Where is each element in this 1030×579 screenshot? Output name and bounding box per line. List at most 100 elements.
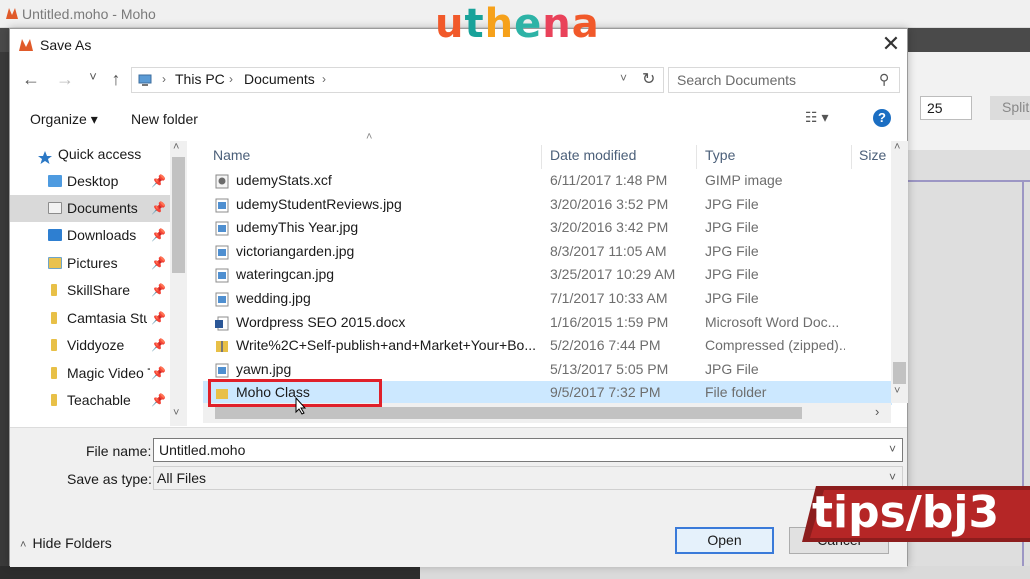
downloads-folder-icon (48, 229, 62, 241)
file-name: Write%2C+Self-publish+and+Market+Your+Bo… (236, 337, 537, 354)
file-row[interactable]: udemyStats.xcf 6/11/2017 1:48 PM GIMP imag… (203, 169, 892, 193)
file-name: victoriangarden.jpg (236, 242, 355, 259)
address-bar[interactable]: › This PC › Documents › ˅ ↻ (131, 67, 664, 93)
close-icon[interactable]: ✕ (880, 33, 902, 55)
file-type: JPG File (705, 290, 759, 306)
file-name-input[interactable]: Untitled.moho ˅ (153, 438, 903, 462)
nav-item-viddyoze[interactable]: Viddyoze 📌 (10, 332, 170, 359)
file-row[interactable]: yawn.jpg 5/13/2017 5:05 PM JPG File (203, 358, 892, 382)
file-type: Compressed (zipped)... (705, 337, 845, 354)
breadcrumb-chevron-icon: › (162, 72, 166, 86)
breadcrumb-chevron-icon[interactable]: › (322, 72, 326, 86)
file-date: 3/20/2016 3:52 PM (550, 195, 669, 212)
split-button[interactable]: Split (990, 96, 1030, 120)
canvas-border (905, 180, 1030, 182)
nav-item-skillshare[interactable]: SkillShare 📌 (10, 277, 170, 304)
up-arrow-icon[interactable]: ↑ (105, 69, 127, 90)
column-header-name[interactable]: Name (213, 147, 250, 163)
nav-item-label: Desktop (67, 173, 119, 189)
refresh-icon[interactable]: ↻ (642, 69, 655, 89)
logo-letter: n (542, 1, 572, 47)
column-divider[interactable] (696, 145, 697, 169)
nav-item-label: SkillShare (67, 282, 131, 298)
file-row[interactable]: wateringcan.jpg 3/25/2017 10:29 AM JPG Fil… (203, 263, 892, 287)
back-arrow-icon[interactable]: ← (20, 69, 42, 90)
file-name: Wordpress SEO 2015.docx (236, 313, 406, 330)
pin-icon: 📌 (151, 283, 166, 297)
file-type: JPG File (705, 242, 759, 259)
nav-item-magic-video[interactable]: Magic Video T 📌 (10, 360, 170, 387)
scroll-right-icon[interactable]: › (875, 404, 879, 419)
nav-item-documents[interactable]: Documents 📌 (10, 195, 170, 222)
image-file-icon (215, 197, 229, 213)
file-list-scrollbar-thumb[interactable] (893, 362, 906, 384)
search-input[interactable]: Search Documents (677, 72, 796, 88)
pin-icon: 📌 (151, 174, 166, 188)
scroll-up-icon[interactable]: ˄ (173, 141, 179, 153)
file-type: JPG File (705, 360, 759, 377)
file-name-value: Untitled.moho (159, 442, 246, 458)
app-left-panel (0, 52, 9, 579)
new-folder-button[interactable]: New folder (131, 111, 198, 127)
file-row[interactable]: udemyStudentReviews.jpg 3/20/2016 3:52 PM… (203, 193, 892, 217)
breadcrumb-documents[interactable]: Documents (244, 71, 315, 87)
column-header-type[interactable]: Type (705, 147, 735, 163)
file-type: GIMP image (705, 172, 783, 188)
file-name-label: File name: (86, 443, 152, 459)
file-row[interactable]: Wordpress SEO 2015.docx 1/16/2015 1:59 PM… (203, 311, 892, 335)
file-row[interactable]: victoriangarden.jpg 8/3/2017 11:05 AM JPG … (203, 240, 892, 264)
this-pc-icon (138, 73, 152, 87)
chevron-down-icon[interactable]: ˅ (889, 442, 896, 456)
folder-icon (51, 367, 57, 379)
column-divider[interactable] (851, 145, 852, 169)
scroll-down-icon[interactable]: ˅ (894, 385, 900, 397)
column-divider[interactable] (541, 145, 542, 169)
app-bottom-bar (0, 566, 420, 579)
watermark-text: tips/bj3 (812, 487, 1000, 538)
hide-folders-toggle[interactable]: ˄ Hide Folders (20, 535, 112, 551)
folder-icon (51, 339, 57, 351)
pin-icon: 📌 (151, 228, 166, 242)
search-box[interactable]: Search Documents ⚲ (668, 67, 900, 93)
hide-folders-label: Hide Folders (32, 535, 112, 551)
nav-scrollbar-thumb[interactable] (172, 157, 185, 273)
forward-arrow-icon[interactable]: → (54, 69, 76, 90)
pin-icon: 📌 (151, 201, 166, 215)
open-button[interactable]: Open (675, 527, 774, 554)
file-name: wedding.jpg (236, 290, 311, 306)
file-row[interactable]: Write%2C+Self-publish+and+Market+Your+Bo… (203, 334, 892, 358)
save-as-type-select[interactable]: All Files ˅ (153, 466, 903, 490)
file-list-header: ˄ Name Date modified Type Size (203, 131, 893, 169)
nav-item-pictures[interactable]: Pictures 📌 (10, 250, 170, 277)
folder-icon (51, 394, 57, 406)
nav-item-label: Documents (67, 200, 138, 216)
scroll-down-icon[interactable]: ˅ (173, 407, 179, 419)
column-header-date-modified[interactable]: Date modified (550, 147, 636, 163)
column-header-size[interactable]: Size (859, 147, 886, 163)
file-date: 8/3/2017 11:05 AM (550, 242, 667, 259)
scroll-up-icon[interactable]: ˄ (894, 141, 900, 153)
breadcrumb-this-pc[interactable]: This PC (175, 71, 225, 87)
view-options-icon[interactable]: ☷ ▾ (805, 109, 828, 126)
folder-icon (51, 284, 57, 296)
recent-locations-chevron-icon[interactable]: ˅ (82, 69, 104, 84)
image-file-icon (215, 291, 229, 307)
file-row[interactable]: wedding.jpg 7/1/2017 10:33 AM JPG File (203, 287, 892, 311)
nav-item-desktop[interactable]: Desktop 📌 (10, 168, 170, 195)
pin-icon: 📌 (151, 393, 166, 407)
zip-file-icon (215, 338, 229, 353)
app-number-field[interactable]: 25 (920, 96, 972, 120)
file-row[interactable]: udemyThis Year.jpg 3/20/2016 3:42 PM JPG F… (203, 216, 892, 240)
breadcrumb-chevron-icon: › (229, 72, 233, 86)
file-date: 3/20/2016 3:42 PM (550, 219, 669, 236)
address-dropdown-icon[interactable]: ˅ (620, 71, 627, 85)
nav-item-quick-access[interactable]: Quick access (10, 141, 170, 168)
nav-item-label: Camtasia Stuc (67, 310, 147, 326)
organize-menu-button[interactable]: Organize ▾ (30, 111, 98, 128)
logo-letter: a (571, 1, 600, 47)
help-icon[interactable]: ? (873, 109, 891, 127)
nav-item-camtasia[interactable]: Camtasia Stuc 📌 (10, 305, 170, 332)
desktop-folder-icon (48, 175, 62, 187)
nav-item-downloads[interactable]: Downloads 📌 (10, 222, 170, 249)
nav-item-teachable[interactable]: Teachable 📌 (10, 387, 170, 414)
